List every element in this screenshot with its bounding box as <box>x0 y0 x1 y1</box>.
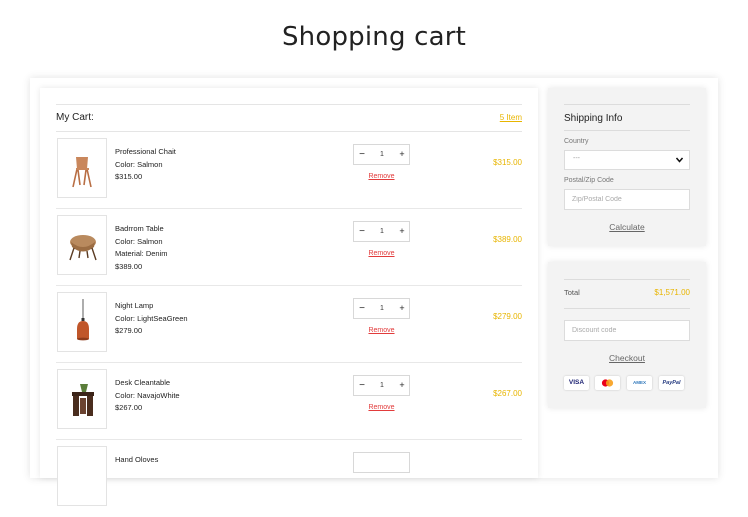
item-info: Desk Cleantable Color: NavajoWhite $267.… <box>115 377 180 415</box>
shipping-title: Shipping Info <box>564 113 623 124</box>
chevron-down-icon <box>676 157 683 163</box>
cart-item-row: Night Lamp Color: LightSeaGreen $279.00 … <box>56 286 522 363</box>
item-name[interactable]: Badrrom Table <box>115 223 168 236</box>
paypal-icon: PayPal <box>659 376 684 390</box>
amex-icon: AMEX <box>627 376 652 390</box>
item-name[interactable]: Professional Chait <box>115 146 176 159</box>
increase-button[interactable]: + <box>394 376 410 395</box>
remove-link[interactable]: Remove <box>353 250 410 257</box>
cart-header: My Cart: 5 Item <box>56 112 522 126</box>
increase-button[interactable]: + <box>394 299 410 318</box>
country-label: Country <box>564 138 589 145</box>
cart-panel: My Cart: 5 Item Professional Chait Color… <box>40 88 538 506</box>
quantity-value[interactable]: 1 <box>370 299 394 318</box>
desk-icon <box>72 384 94 416</box>
country-select[interactable]: --- <box>564 150 690 170</box>
line-total: $389.00 <box>493 235 522 244</box>
cart-item-row: Hand Oloves <box>56 440 522 517</box>
item-price: $389.00 <box>115 261 143 271</box>
payment-methods: VISA AMEX PayPal <box>564 376 690 390</box>
quantity-stepper <box>353 452 410 473</box>
quantity-value[interactable]: 1 <box>370 376 394 395</box>
quantity-value[interactable]: 1 <box>370 222 394 241</box>
remove-link[interactable]: Remove <box>353 404 410 411</box>
item-price: $279.00 <box>115 326 143 335</box>
shipping-panel: Shipping Info Country --- Postal/Zip Cod… <box>548 88 706 246</box>
chair-icon <box>72 157 92 188</box>
cart-label: My Cart: <box>56 112 94 123</box>
line-total: $315.00 <box>493 158 522 167</box>
product-thumbnail[interactable] <box>57 369 107 429</box>
remove-link[interactable]: Remove <box>353 327 410 334</box>
country-value: --- <box>573 155 580 162</box>
gloves-icon <box>58 447 108 507</box>
zip-label: Postal/Zip Code <box>564 177 614 184</box>
decrease-button[interactable]: − <box>354 376 370 395</box>
product-thumbnail[interactable] <box>57 446 107 506</box>
item-price: $267.00 <box>115 403 143 412</box>
zip-input[interactable] <box>564 189 690 210</box>
checkout-button[interactable]: Checkout <box>564 353 690 363</box>
divider <box>564 308 690 309</box>
total-value: $1,571.00 <box>654 288 690 297</box>
increase-button[interactable]: + <box>394 222 410 241</box>
divider <box>564 279 690 280</box>
discount-code-input[interactable] <box>564 320 690 341</box>
item-name[interactable]: Desk Cleantable <box>115 377 180 390</box>
cart-item-row: Badrrom Table Color: Salmon Material: De… <box>56 209 522 286</box>
cart-item-row: Desk Cleantable Color: NavajoWhite $267.… <box>56 363 522 440</box>
visa-icon: VISA <box>564 376 589 390</box>
product-thumbnail[interactable] <box>57 215 107 275</box>
line-total: $279.00 <box>493 312 522 321</box>
quantity-value[interactable]: 1 <box>370 145 394 164</box>
cart-item-count[interactable]: 5 Item <box>500 113 522 122</box>
cart-item-row: Professional Chait Color: Salmon $315.00… <box>56 132 522 209</box>
item-info: Night Lamp Color: LightSeaGreen $279.00 <box>115 300 188 338</box>
item-attribute: Color: NavajoWhite <box>115 390 180 400</box>
remove-link[interactable]: Remove <box>353 173 410 180</box>
decrease-button[interactable]: − <box>354 299 370 318</box>
item-price: $315.00 <box>115 172 143 181</box>
item-attribute: Color: Salmon <box>115 236 163 246</box>
quantity-stepper: − 1 + <box>353 375 410 396</box>
item-attribute: Color: LightSeaGreen <box>115 313 188 323</box>
item-info: Badrrom Table Color: Salmon Material: De… <box>115 223 168 273</box>
increase-button[interactable]: + <box>394 145 410 164</box>
item-name[interactable]: Night Lamp <box>115 300 188 313</box>
mastercard-icon <box>595 376 620 390</box>
page-title: Shopping cart <box>281 22 467 52</box>
decrease-button[interactable]: − <box>354 145 370 164</box>
divider <box>564 104 690 105</box>
item-attribute: Color: Salmon <box>115 159 163 169</box>
armchair-icon <box>69 235 97 261</box>
divider <box>56 104 522 105</box>
lamp-icon <box>77 299 89 341</box>
calculate-button[interactable]: Calculate <box>564 222 690 232</box>
order-summary-panel: Total $1,571.00 Checkout VISA AMEX PayPa… <box>548 262 706 408</box>
item-attribute: Material: Denim <box>115 249 168 258</box>
divider <box>564 130 690 131</box>
quantity-stepper: − 1 + <box>353 298 410 319</box>
product-thumbnail[interactable] <box>57 138 107 198</box>
total-label: Total <box>564 288 580 297</box>
line-total: $267.00 <box>493 389 522 398</box>
quantity-stepper: − 1 + <box>353 144 410 165</box>
decrease-button[interactable]: − <box>354 222 370 241</box>
quantity-stepper: − 1 + <box>353 221 410 242</box>
item-info: Professional Chait Color: Salmon $315.00 <box>115 146 176 184</box>
product-thumbnail[interactable] <box>57 292 107 352</box>
